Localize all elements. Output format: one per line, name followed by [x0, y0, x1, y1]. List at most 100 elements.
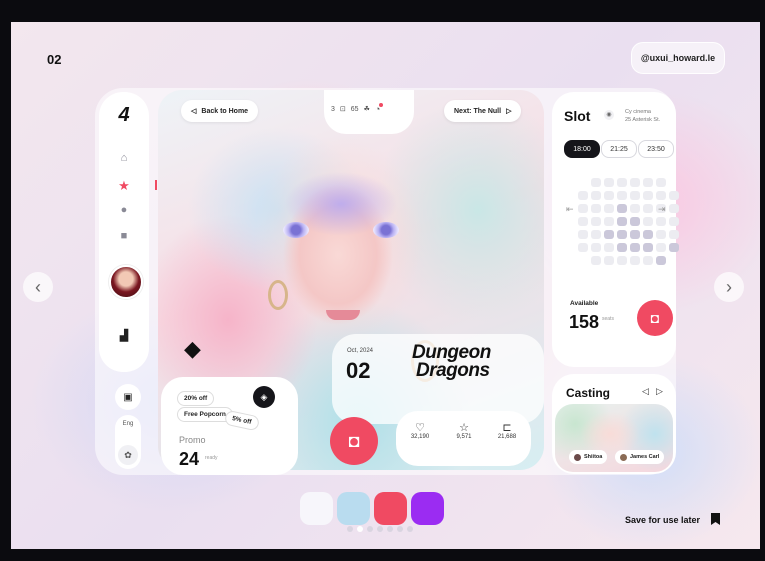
back-home-button[interactable]: ◁ Back to Home [181, 100, 259, 122]
seat[interactable] [630, 217, 640, 226]
time-slot-1[interactable]: 18:00 [564, 140, 600, 158]
seat[interactable] [578, 204, 588, 213]
seat[interactable] [604, 204, 614, 213]
bell-icon[interactable]: ◔ [375, 103, 384, 114]
user-avatar[interactable] [109, 265, 143, 299]
seat[interactable] [604, 217, 614, 226]
seat[interactable] [669, 191, 679, 200]
rating-stat[interactable]: ☆ 9,571 [444, 421, 484, 440]
movie-date-label: Oct, 2024 [347, 348, 374, 354]
home-icon[interactable]: ⌂ [99, 152, 149, 164]
seat[interactable] [656, 191, 666, 200]
location-icon[interactable]: ● [99, 204, 149, 216]
casting-prev-icon[interactable]: ◁ [642, 386, 649, 397]
seat[interactable] [643, 256, 653, 265]
pagination-dot[interactable] [397, 526, 403, 532]
settings-icon[interactable]: ✿ [118, 445, 138, 465]
seat[interactable] [604, 243, 614, 252]
promo-card: 20% off Free Popcorn 5% off ◈ Promo 24 r… [161, 377, 298, 475]
seat[interactable] [578, 191, 588, 200]
seat[interactable] [630, 191, 640, 200]
previous-arrow-icon[interactable]: ‹ [23, 272, 53, 302]
seat[interactable] [591, 178, 601, 187]
star-icon[interactable]: ★ [99, 178, 149, 194]
seat[interactable] [604, 256, 614, 265]
seat[interactable] [617, 204, 627, 213]
seat[interactable] [643, 178, 653, 187]
seat[interactable] [630, 230, 640, 239]
seat[interactable] [669, 243, 679, 252]
promo-tag-1[interactable]: 20% off [177, 391, 215, 406]
ticket-icon[interactable]: ■ [99, 230, 149, 242]
seat[interactable] [578, 230, 588, 239]
seat[interactable] [630, 256, 640, 265]
seat[interactable] [617, 191, 627, 200]
cursor-icon: ◆ [184, 336, 201, 361]
seat[interactable] [591, 217, 601, 226]
pagination-dot[interactable] [347, 526, 353, 532]
seat[interactable] [591, 243, 601, 252]
discount-tag-icon[interactable]: ◈ [253, 386, 275, 408]
seat[interactable] [617, 178, 627, 187]
seat[interactable] [656, 178, 666, 187]
seat[interactable] [617, 243, 627, 252]
likes-stat[interactable]: ♡ 32,190 [400, 421, 440, 440]
seat[interactable] [591, 204, 601, 213]
seat[interactable] [591, 191, 601, 200]
save-for-later-label[interactable]: Save for use later [625, 515, 700, 525]
seat[interactable] [643, 230, 653, 239]
promo-tag-3[interactable]: 5% off [223, 409, 260, 432]
cast-chip-1[interactable]: Shiitoa [569, 450, 608, 464]
seat[interactable] [604, 178, 614, 187]
casting-next-icon[interactable]: ▷ [656, 386, 663, 397]
seat[interactable] [604, 230, 614, 239]
calendar-icon[interactable]: ▣ [115, 384, 141, 410]
author-handle[interactable]: @uxui_howard.le [631, 42, 725, 74]
movie-title-logo: Dungeon Dragons [412, 343, 491, 380]
pagination-dot[interactable] [367, 526, 373, 532]
buy-ticket-button[interactable]: ◘ [330, 417, 378, 465]
seat[interactable] [643, 204, 653, 213]
seat[interactable] [643, 243, 653, 252]
pagination-dot[interactable] [387, 526, 393, 532]
color-swatch[interactable] [374, 492, 407, 525]
pagination-dot[interactable] [407, 526, 413, 532]
language-switch[interactable]: Eng ✿ [115, 415, 141, 469]
seat[interactable] [656, 256, 666, 265]
seat[interactable] [656, 217, 666, 226]
seat[interactable] [630, 178, 640, 187]
seat[interactable] [656, 243, 666, 252]
cast-chip-2[interactable]: James Carl [615, 450, 665, 464]
cinema-street: 25 Asterisk St. [625, 117, 661, 123]
time-slot-3[interactable]: 23:50 [638, 140, 674, 158]
saves-stat[interactable]: ⊏ 21,688 [487, 421, 527, 440]
next-arrow-icon[interactable]: › [714, 272, 744, 302]
seat[interactable] [578, 217, 588, 226]
seat[interactable] [630, 204, 640, 213]
pagination-dot[interactable] [357, 526, 363, 532]
seat[interactable] [604, 191, 614, 200]
seat[interactable] [643, 191, 653, 200]
time-slot-2[interactable]: 21:25 [601, 140, 637, 158]
color-swatch[interactable] [337, 492, 370, 525]
seat[interactable] [669, 217, 679, 226]
seat[interactable] [591, 230, 601, 239]
seat[interactable] [591, 256, 601, 265]
seat[interactable] [630, 243, 640, 252]
pagination-dot[interactable] [377, 526, 383, 532]
book-popcorn-button[interactable]: ◘ [637, 300, 673, 336]
available-count: 158 [569, 312, 600, 332]
seat[interactable] [617, 256, 627, 265]
leaderboard-icon[interactable]: ▟ [99, 329, 149, 342]
seat[interactable] [617, 217, 627, 226]
seat[interactable] [578, 243, 588, 252]
seat[interactable] [617, 230, 627, 239]
seat[interactable] [656, 230, 666, 239]
seat[interactable] [643, 217, 653, 226]
color-swatch[interactable] [300, 492, 333, 525]
color-swatch[interactable] [411, 492, 444, 525]
next-movie-button[interactable]: Next: The Null ▷ [444, 100, 522, 122]
seat[interactable] [669, 204, 679, 213]
bookmark-filled-icon[interactable] [711, 513, 720, 525]
seat[interactable] [669, 230, 679, 239]
